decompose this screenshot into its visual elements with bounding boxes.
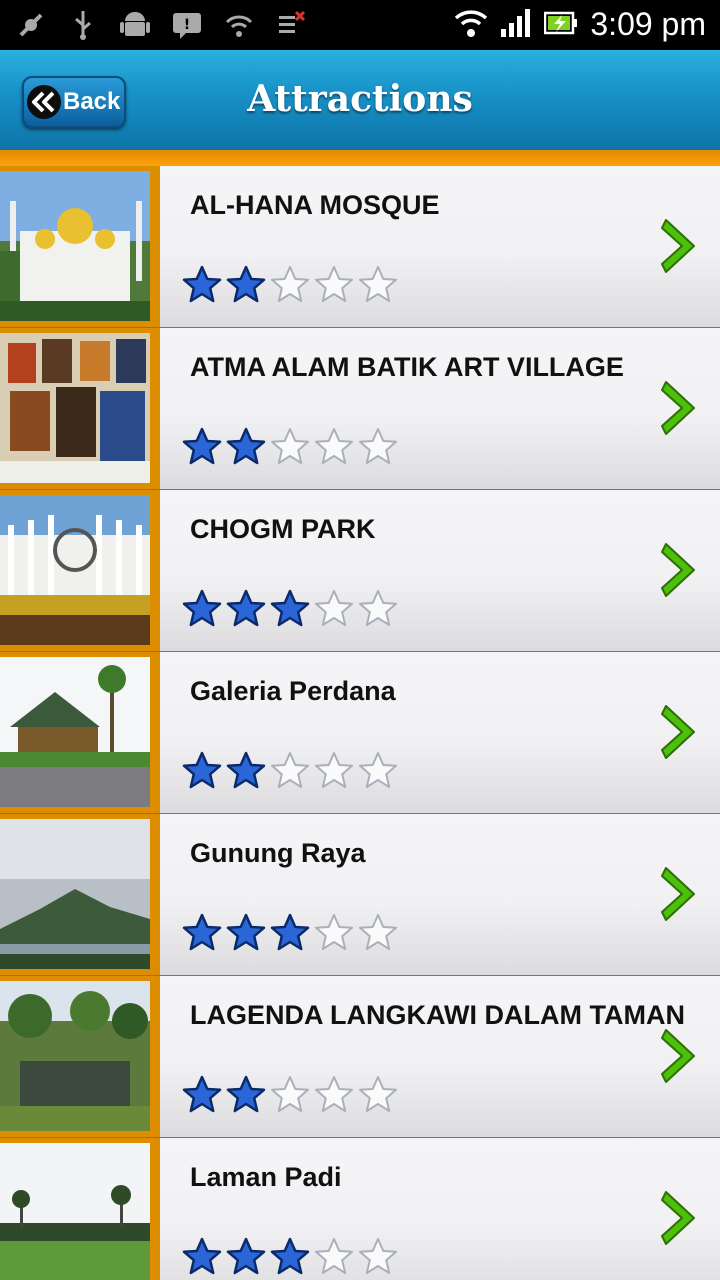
star-filled-icon [226, 751, 266, 789]
star-filled-icon [226, 913, 266, 951]
attraction-thumbnail [0, 1143, 150, 1280]
android-icon [118, 8, 152, 42]
message-icon: ! [170, 8, 204, 42]
attraction-row[interactable]: CHOGM PARK [0, 490, 720, 652]
thumbnail-frame [0, 976, 160, 1137]
attraction-row[interactable]: Laman Padi [0, 1138, 720, 1280]
rating-stars [182, 1237, 398, 1275]
svg-text:!: ! [184, 17, 190, 33]
attraction-row[interactable]: AL-HANA MOSQUE [0, 166, 720, 328]
star-filled-icon [182, 427, 222, 465]
signal-icon [500, 8, 532, 42]
star-empty-icon [359, 590, 397, 626]
rating-stars [182, 1075, 398, 1113]
thumbnail-frame [0, 328, 160, 489]
attraction-name: CHOGM PARK [190, 514, 376, 544]
chevron-right-icon[interactable] [660, 216, 700, 280]
chevron-right-icon[interactable] [660, 378, 700, 442]
star-empty-icon [271, 266, 309, 302]
star-filled-icon [182, 589, 222, 627]
rating-stars [182, 427, 398, 465]
star-empty-icon [271, 1076, 309, 1112]
star-filled-icon [226, 265, 266, 303]
attraction-name: ATMA ALAM BATIK ART VILLAGE [190, 352, 624, 382]
star-empty-icon [271, 428, 309, 464]
page-title: Attractions [247, 78, 473, 120]
star-empty-icon [315, 1076, 353, 1112]
star-filled-icon [182, 1075, 222, 1113]
thumbnail-frame [0, 652, 160, 813]
attraction-name: Laman Padi [190, 1162, 342, 1192]
attraction-row[interactable]: LAGENDA LANGKAWI DALAM TAMAN [0, 976, 720, 1138]
star-empty-icon [359, 752, 397, 788]
star-empty-icon [315, 266, 353, 302]
star-filled-icon [182, 265, 222, 303]
attraction-thumbnail [0, 495, 150, 645]
star-filled-icon [270, 913, 310, 951]
header-divider [0, 150, 720, 166]
star-filled-icon [226, 1237, 266, 1275]
attraction-thumbnail [0, 819, 150, 969]
chevron-right-icon[interactable] [660, 864, 700, 928]
rating-stars [182, 265, 398, 303]
clock: 3:09 pm [590, 6, 706, 42]
star-empty-icon [359, 428, 397, 464]
thumbnail-frame [0, 1138, 160, 1280]
star-empty-icon [315, 590, 353, 626]
star-filled-icon [182, 751, 222, 789]
attraction-thumbnail [0, 657, 150, 807]
thumbnail-frame [0, 490, 160, 651]
attraction-row[interactable]: ATMA ALAM BATIK ART VILLAGE [0, 328, 720, 490]
star-filled-icon [270, 589, 310, 627]
chevron-right-icon[interactable] [660, 1026, 700, 1090]
attraction-thumbnail [0, 981, 150, 1131]
attraction-name: Galeria Perdana [190, 676, 396, 706]
star-filled-icon [226, 589, 266, 627]
attractions-list: AL-HANA MOSQUE ATMA ALAM BATIK ART VILLA… [0, 166, 720, 1280]
status-bar: ! 3:09 pm [0, 0, 720, 50]
star-filled-icon [182, 1237, 222, 1275]
rating-stars [182, 913, 398, 951]
star-empty-icon [359, 1076, 397, 1112]
star-empty-icon [359, 914, 397, 950]
star-filled-icon [226, 1075, 266, 1113]
gps-icon [14, 8, 48, 42]
star-empty-icon [359, 1238, 397, 1274]
battery-charging-icon [544, 10, 578, 40]
chevron-right-icon[interactable] [660, 540, 700, 604]
data-off-icon [274, 8, 308, 42]
attraction-name: AL-HANA MOSQUE [190, 190, 440, 220]
star-filled-icon [270, 1237, 310, 1275]
rating-stars [182, 589, 398, 627]
attraction-name: Gunung Raya [190, 838, 366, 868]
attraction-thumbnail [0, 333, 150, 483]
star-empty-icon [315, 428, 353, 464]
star-empty-icon [315, 914, 353, 950]
chevron-right-icon[interactable] [660, 702, 700, 766]
thumbnail-frame [0, 814, 160, 975]
star-empty-icon [315, 1238, 353, 1274]
star-filled-icon [182, 913, 222, 951]
star-empty-icon [359, 266, 397, 302]
star-empty-icon [271, 752, 309, 788]
attraction-row[interactable]: Gunung Raya [0, 814, 720, 976]
app-header: Back Attractions [0, 50, 720, 150]
star-filled-icon [226, 427, 266, 465]
rating-stars [182, 751, 398, 789]
usb-icon [66, 8, 100, 42]
chevron-right-icon[interactable] [660, 1188, 700, 1252]
attraction-name: LAGENDA LANGKAWI DALAM TAMAN [190, 1000, 685, 1030]
star-empty-icon [315, 752, 353, 788]
thumbnail-frame [0, 166, 160, 327]
attraction-thumbnail [0, 171, 150, 321]
attraction-row[interactable]: Galeria Perdana [0, 652, 720, 814]
wifi-question-icon [222, 8, 256, 42]
wifi-icon [454, 8, 488, 42]
